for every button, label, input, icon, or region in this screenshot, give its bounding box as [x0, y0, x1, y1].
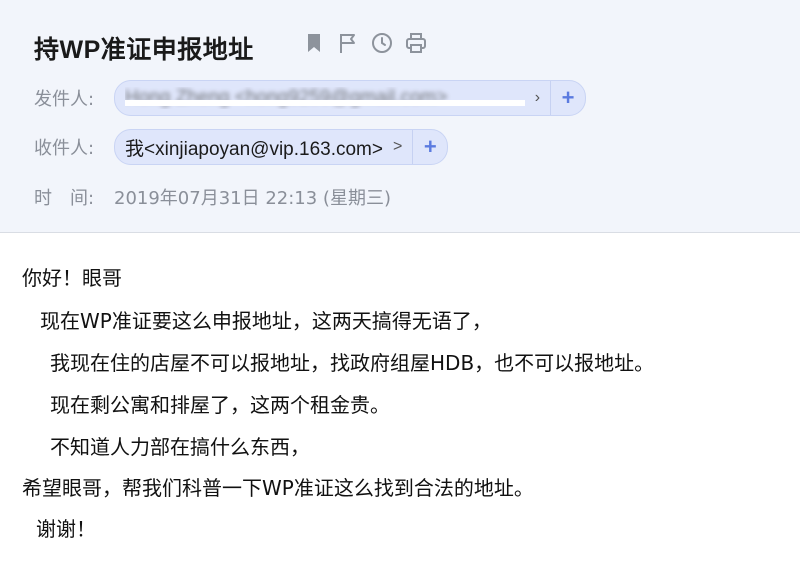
bookmark-icon[interactable] — [302, 31, 326, 55]
email-header: 持WP准证申报地址 发件人: Hong Zheng <hong9259@gmai… — [0, 0, 800, 233]
email-subject: 持WP准证申报地址 — [34, 36, 254, 64]
subject-toolbar — [302, 31, 428, 55]
time-label: 时 间: — [34, 188, 95, 209]
print-icon[interactable] — [404, 31, 428, 55]
body-line: 谢谢！ — [36, 517, 96, 541]
time-row: 时 间: 2019年07月31日 22:13 (星期三) — [34, 184, 391, 210]
sender-row: 发件人: Hong Zheng <hong9259@gmail.com> › + — [34, 80, 586, 116]
sender-label: 发件人: — [34, 89, 95, 110]
body-line: 不知道人力部在搞什么东西， — [50, 435, 310, 459]
body-line: 现在WP准证要这么申报地址，这两天搞得无语了， — [40, 309, 492, 333]
chevron-right-icon: › — [534, 89, 541, 106]
body-line: 现在剩公寓和排屋了，这两个租金贵。 — [50, 393, 390, 417]
body-line: 你好！眼哥 — [22, 266, 122, 290]
add-sender-button[interactable]: + — [550, 81, 585, 115]
redaction-bar — [125, 100, 525, 106]
flag-icon[interactable] — [336, 31, 360, 55]
add-recipient-button[interactable]: + — [412, 130, 447, 164]
sender-chip[interactable]: Hong Zheng <hong9259@gmail.com> › + — [114, 80, 586, 116]
recipient-label: 收件人: — [34, 138, 95, 159]
recipient-chip[interactable]: 我<xinjiapoyan@vip.163.com> > + — [114, 129, 449, 165]
chevron-right-icon: > — [393, 138, 403, 155]
recipient-address: 我<xinjiapoyan@vip.163.com> — [125, 138, 383, 160]
body-line: 我现在住的店屋不可以报地址，找政府组屋HDB，也不可以报地址。 — [50, 351, 655, 375]
body-line: 希望眼哥，帮我们科普一下WP准证这么找到合法的地址。 — [22, 476, 534, 500]
sent-time: 2019年07月31日 22:13 (星期三) — [114, 188, 391, 209]
clock-icon[interactable] — [370, 31, 394, 55]
recipient-row: 收件人: 我<xinjiapoyan@vip.163.com> > + — [34, 129, 449, 165]
